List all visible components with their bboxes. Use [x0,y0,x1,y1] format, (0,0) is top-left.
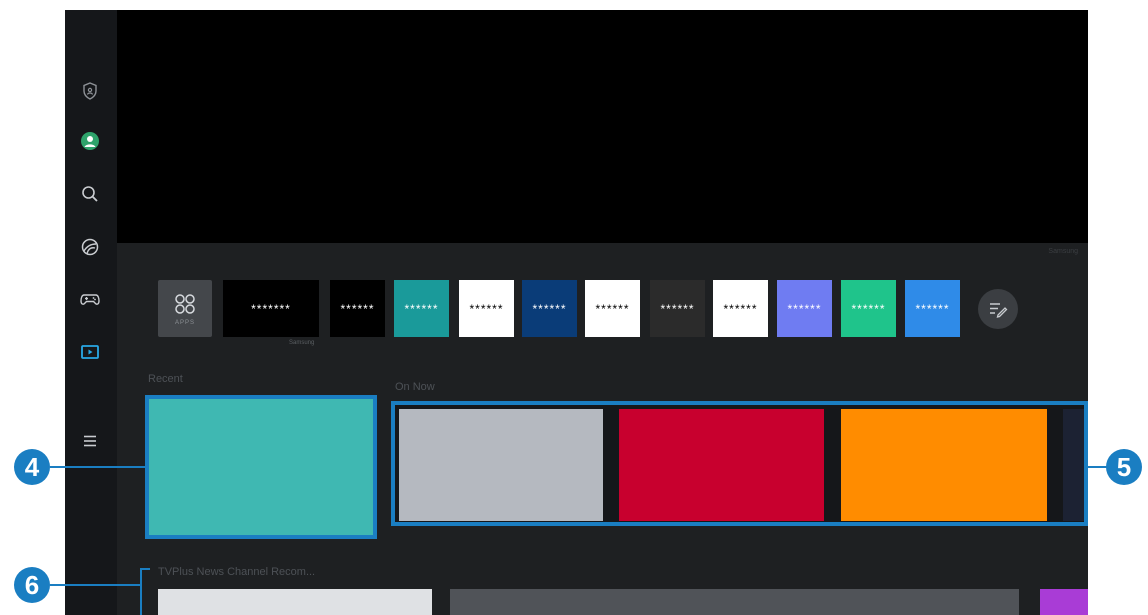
on-now-tile-partial[interactable] [1063,409,1084,521]
app-tile[interactable]: ****** [585,280,640,337]
callout-5-badge: 5 [1106,449,1142,485]
edit-list-icon [990,303,1008,318]
app-tile[interactable]: ****** [330,280,385,337]
app-tile[interactable]: ****** [522,280,577,337]
apps-sublabel: Samsung [289,340,315,346]
on-now-tile[interactable] [399,409,603,521]
app-tile[interactable]: ****** [777,280,832,337]
sidebar [65,10,117,615]
app-tile[interactable]: ****** [713,280,768,337]
news-row-title: TVPlus News Channel Recom... [158,566,316,578]
app-tile[interactable]: ******* [223,280,319,337]
media-icon[interactable] [77,339,103,365]
app-tile[interactable]: ****** [905,280,960,337]
recent-card[interactable] [145,395,377,539]
app-tile[interactable]: ****** [394,280,449,337]
callout-4-line [50,466,146,468]
recent-title: Recent [148,373,183,385]
callout-6-bracket-top [140,568,150,570]
app-tile[interactable]: ****** [650,280,705,337]
ambient-icon[interactable] [77,234,103,260]
on-now-row[interactable] [391,401,1088,526]
callout-4-badge: 4 [14,449,50,485]
search-icon[interactable] [77,181,103,207]
news-card-partial[interactable] [1040,589,1088,615]
hero-preview [117,10,1088,243]
apps-label: APPS [174,319,195,326]
on-now-tile[interactable] [841,409,1047,521]
game-icon[interactable] [77,286,103,312]
callout-6-line [50,584,142,586]
hero-tag: Samsung [1048,248,1078,255]
app-tile[interactable]: ****** [841,280,896,337]
menu-icon[interactable] [77,428,103,454]
profile-icon[interactable] [77,128,103,154]
callout-6-bracket [140,568,142,615]
apps-grid-icon [175,293,195,314]
news-card[interactable] [450,589,1019,615]
tv-screen: Samsung APPS Samsung Recent On Now TVPlu… [65,10,1088,615]
app-tile[interactable]: ****** [459,280,514,337]
privacy-icon[interactable] [77,78,103,104]
callout-6-badge: 6 [14,567,50,603]
news-card[interactable] [158,589,432,615]
apps-button[interactable]: APPS [158,280,212,337]
manual-illustration: Samsung APPS Samsung Recent On Now TVPlu… [0,0,1148,615]
edit-apps-button[interactable] [978,289,1018,329]
on-now-tile[interactable] [619,409,824,521]
on-now-title: On Now [395,381,435,393]
